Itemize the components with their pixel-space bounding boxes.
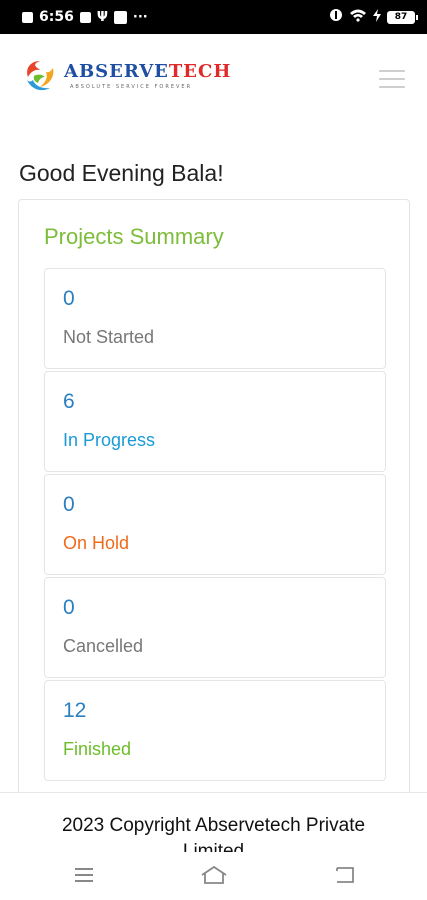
menu-icon[interactable] — [379, 70, 405, 88]
stat-not-started[interactable]: 0 Not Started — [44, 268, 386, 369]
logo-tagline: ABSOLUTE SERVICE FOREVER — [70, 84, 193, 90]
logo-mark-icon — [27, 61, 54, 91]
usb-icon: Ψ — [96, 9, 108, 25]
status-time: 6:56 — [39, 9, 74, 25]
page-footer: 2023 Copyright Abservetech Private Limit… — [0, 792, 427, 858]
stat-label: Not Started — [63, 327, 155, 347]
back-button[interactable] — [331, 864, 357, 886]
more-icon: ··· — [132, 9, 148, 25]
brand-logo[interactable]: ABSERVETECH ABSOLUTE SERVICE FOREVER — [22, 58, 231, 94]
card-title: Projects Summary — [44, 224, 224, 249]
status-bar: 6:56 Ψ ··· 87 — [0, 0, 427, 34]
home-button[interactable] — [200, 864, 227, 886]
status-left: 6:56 Ψ ··· — [22, 9, 148, 25]
sim-icon — [22, 11, 33, 23]
logo-wordmark: ABSERVETECH — [64, 61, 232, 82]
status-right: 87 — [329, 8, 418, 26]
greeting-text: Good Evening Bala! — [19, 160, 224, 186]
stat-label: On Hold — [63, 533, 130, 553]
back-icon — [336, 867, 354, 883]
mail-icon — [113, 10, 127, 24]
stat-count: 6 — [63, 390, 75, 413]
stat-label: Finished — [63, 739, 132, 759]
data-saver-icon — [329, 8, 343, 26]
wifi-icon — [349, 8, 367, 26]
stat-count: 0 — [63, 493, 75, 516]
projects-summary-card: Projects Summary 0 Not Started 6 In Prog… — [18, 199, 410, 819]
recent-apps-icon — [75, 868, 93, 882]
battery-icon: 87 — [387, 10, 418, 24]
gallery-icon — [79, 11, 91, 23]
stat-count: 0 — [63, 287, 75, 310]
stat-label: In Progress — [63, 430, 156, 450]
stat-on-hold[interactable]: 0 On Hold — [44, 474, 386, 575]
stat-finished[interactable]: 12 Finished — [44, 680, 386, 781]
stat-in-progress[interactable]: 6 In Progress — [44, 371, 386, 472]
stat-count: 0 — [63, 596, 75, 619]
charging-icon — [373, 8, 381, 26]
stat-count: 12 — [63, 699, 87, 722]
stat-label: Cancelled — [63, 636, 144, 656]
stat-cancelled[interactable]: 0 Cancelled — [44, 577, 386, 678]
home-icon — [201, 865, 227, 884]
app-header: ABSERVETECH ABSOLUTE SERVICE FOREVER — [0, 34, 427, 130]
recent-apps-button[interactable] — [72, 864, 98, 886]
system-nav-bar — [0, 852, 427, 900]
